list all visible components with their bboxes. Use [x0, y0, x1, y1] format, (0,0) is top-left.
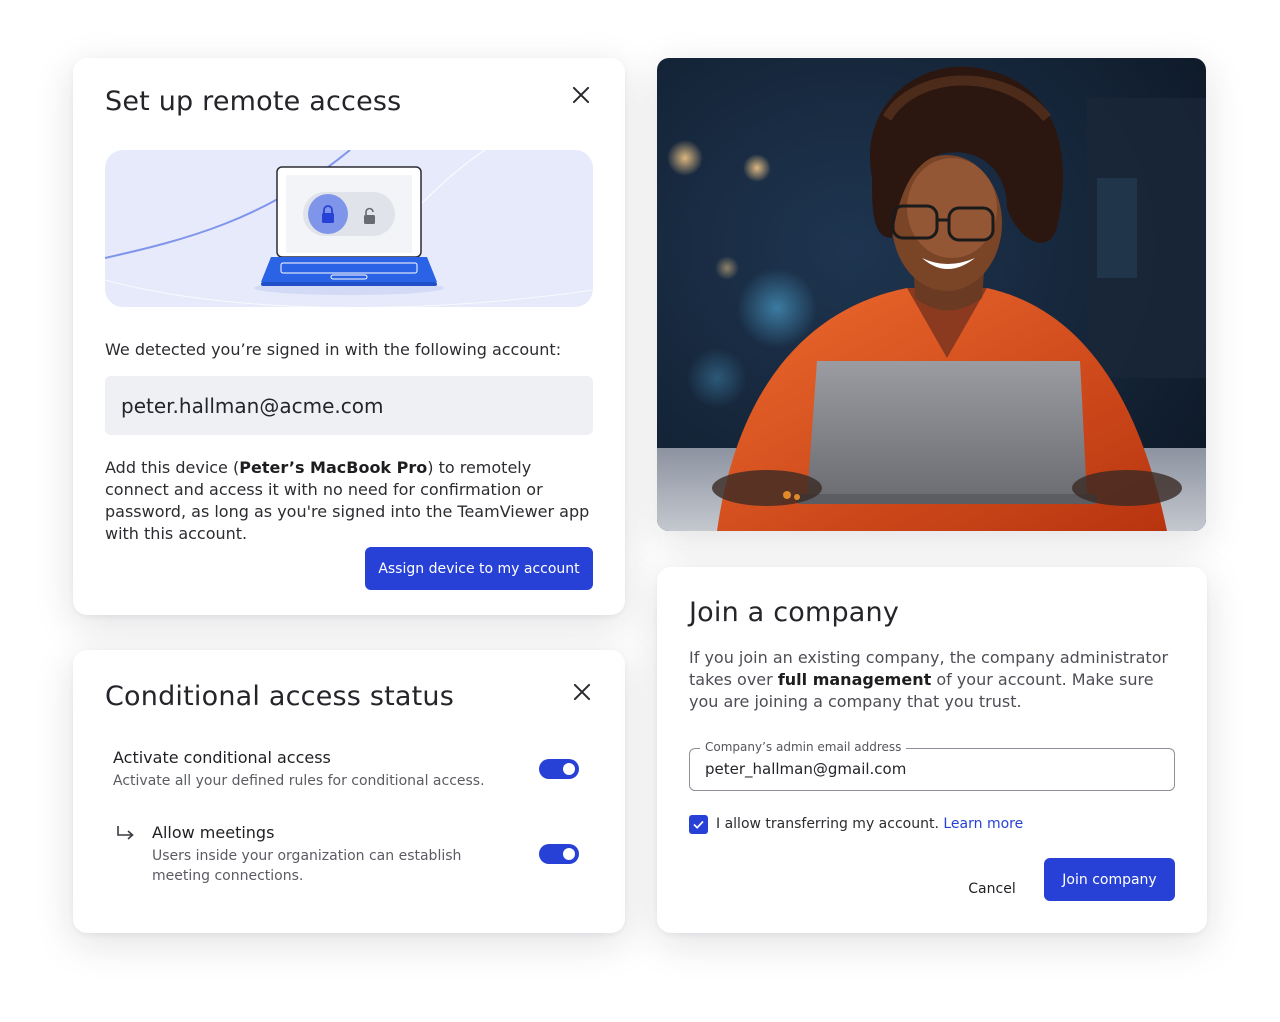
subdirectory-arrow-icon — [117, 826, 134, 840]
desc-bold: full management — [777, 670, 932, 689]
close-icon[interactable] — [570, 84, 592, 106]
checkbox-text: I allow transferring my account. — [716, 816, 939, 832]
allow-meetings-toggle[interactable] — [539, 844, 579, 864]
account-label: We detected you’re signed in with the fo… — [105, 340, 562, 359]
device-description: Add this device (Peter’s MacBook Pro) to… — [105, 457, 595, 545]
dialog-title: Conditional access status — [105, 681, 454, 712]
dialog-title: Set up remote access — [105, 86, 402, 117]
device-name: Peter’s MacBook Pro — [239, 458, 428, 477]
hero-photo — [657, 58, 1206, 531]
learn-more-link[interactable]: Learn more — [943, 816, 1023, 832]
join-description: If you join an existing company, the com… — [689, 647, 1179, 713]
dialog-title: Join a company — [689, 597, 900, 628]
join-company-button[interactable]: Join company — [1044, 858, 1175, 901]
account-email: peter.hallman@acme.com — [121, 393, 384, 418]
allow-transfer-label: I allow transferring my account. Learn m… — [716, 816, 1023, 832]
woman-with-laptop-image — [657, 58, 1206, 531]
allow-meetings-title: Allow meetings — [152, 823, 275, 842]
allow-meetings-subtitle: Users inside your organization can estab… — [152, 848, 462, 884]
join-company-dialog: Join a company If you join an existing c… — [657, 567, 1207, 933]
allow-transfer-checkbox[interactable] — [689, 815, 708, 834]
account-email-field: peter.hallman@acme.com — [105, 376, 593, 435]
conditional-access-title: Activate conditional access — [113, 748, 331, 767]
admin-email-field[interactable]: Company’s admin email address peter_hall… — [689, 740, 1175, 791]
desc-text: Add this device ( — [105, 458, 240, 477]
laptop-illustration — [105, 150, 593, 307]
assign-device-button[interactable]: Assign device to my account — [365, 547, 593, 590]
admin-email-value[interactable]: peter_hallman@gmail.com — [705, 749, 906, 789]
conditional-access-toggle[interactable] — [539, 759, 579, 779]
conditional-access-dialog: Conditional access status Activate condi… — [73, 650, 625, 933]
cancel-button[interactable]: Cancel — [955, 867, 1029, 910]
laptop-illustration-graphic — [105, 150, 593, 307]
conditional-access-subtitle: Activate all your defined rules for cond… — [113, 773, 485, 789]
check-icon — [693, 820, 704, 829]
remote-access-dialog: Set up remote access We detected you’re … — [73, 58, 625, 615]
close-icon[interactable] — [571, 681, 593, 703]
